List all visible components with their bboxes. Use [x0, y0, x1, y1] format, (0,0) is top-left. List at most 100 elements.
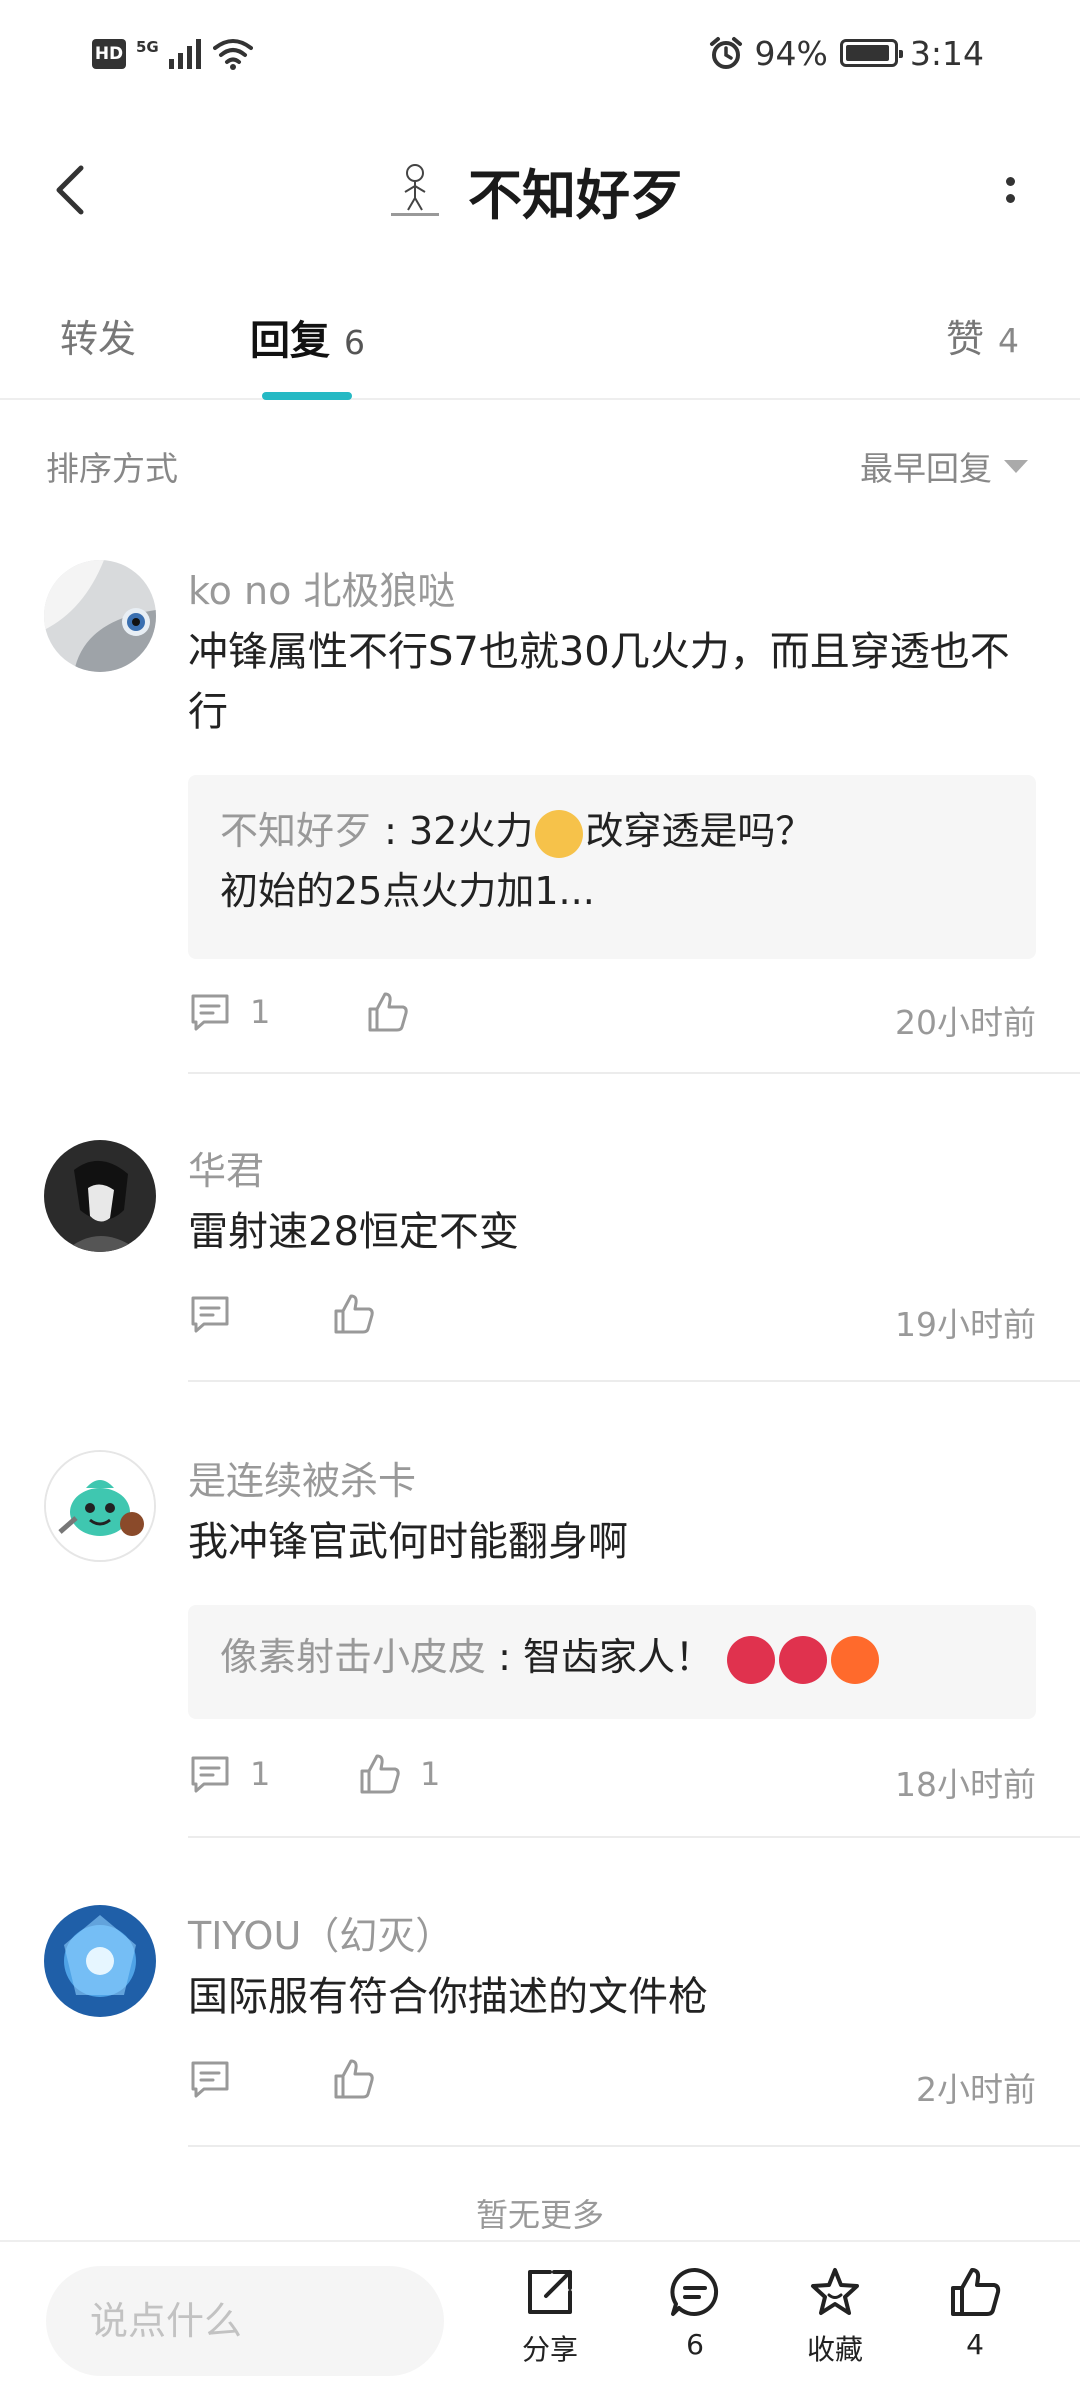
confused-emoji-icon: [535, 809, 584, 858]
comment-actions: 1 20小时前: [188, 990, 1036, 1050]
avatar[interactable]: [44, 1450, 156, 1562]
active-tab-indicator: [262, 392, 352, 400]
share-button[interactable]: 分享: [495, 2264, 605, 2368]
signal-icon: [168, 39, 201, 69]
title-group: 不知好歹: [380, 152, 684, 228]
comment-count: 6: [686, 2328, 704, 2361]
status-bar: HD 5G 94% 3:14: [0, 0, 1080, 110]
comment-icon: [191, 2061, 229, 2098]
avatar[interactable]: [44, 560, 156, 672]
comment-icon: [191, 1296, 229, 1333]
tab-bar: 转发 回复 6 赞 4: [0, 290, 1080, 400]
wolf-avatar-image: [44, 560, 156, 672]
alarm-icon: [709, 37, 742, 69]
reply-separator: :: [486, 1635, 523, 1679]
more-options-button[interactable]: [980, 160, 1040, 220]
reply-separator: :: [372, 809, 409, 853]
angry-emoji-icon: [779, 1635, 828, 1684]
reply-preview[interactable]: 像素射击小皮皮 : 智齿家人！: [188, 1605, 1036, 1719]
divider: [188, 1836, 1080, 1838]
comment-author[interactable]: 是连续被杀卡: [188, 1450, 416, 1505]
tab-likes[interactable]: 赞 4: [946, 308, 1019, 363]
reply-button[interactable]: [188, 2057, 250, 2101]
tab-likes-count: 4: [998, 321, 1020, 360]
sort-row: 排序方式 最早回复: [0, 430, 1080, 500]
reply-text: 32火力: [408, 809, 534, 853]
wifi-icon: [212, 39, 253, 70]
more-vertical-icon: [1005, 177, 1015, 186]
comment-author[interactable]: 华君: [188, 1140, 264, 1195]
thumbs-up-icon: [334, 1294, 374, 1334]
comment-time: 20小时前: [895, 1003, 1036, 1042]
comment-actions: 19小时前: [188, 1292, 1036, 1352]
avatar[interactable]: [44, 1905, 156, 2017]
comment-author[interactable]: TIYOU（幻灭）: [188, 1905, 453, 1960]
divider: [188, 1072, 1080, 1074]
comment-text: 我冲锋官武何时能翻身啊: [188, 1519, 628, 1565]
comment-time: 19小时前: [895, 1305, 1036, 1344]
like-button[interactable]: [332, 2057, 394, 2101]
network-type: 5G: [136, 38, 159, 56]
thumbs-up-icon: [368, 992, 408, 1032]
like-button[interactable]: [366, 990, 428, 1034]
battery-icon: [839, 39, 903, 67]
reply-text: 智齿家人！: [522, 1635, 713, 1679]
cartoon-avatar-image: [46, 1452, 154, 1560]
tab-repost[interactable]: 转发: [60, 308, 136, 363]
tab-replies[interactable]: 回复 6: [250, 308, 365, 366]
bottom-action-bar: 分享 6 收藏 4: [0, 2240, 1080, 2400]
comment-text: 雷射速28恒定不变: [188, 1209, 519, 1255]
comments-button[interactable]: 6: [640, 2264, 750, 2361]
thumbs-up-icon: [334, 2059, 374, 2099]
sort-label: 排序方式: [46, 449, 178, 488]
comment-text: 冲锋属性不行S7也就30几火力，而且穿透也不行: [188, 629, 1010, 735]
sort-dropdown[interactable]: 最早回复: [860, 442, 1028, 490]
comment-item: TIYOU（幻灭） 国际服有符合你描述的文件枪 2小时前: [0, 1905, 1080, 2147]
back-button[interactable]: [40, 160, 100, 220]
reply-button[interactable]: [188, 1292, 250, 1336]
comment-icon: [191, 994, 229, 1031]
tab-repost-label: 转发: [60, 317, 137, 361]
reply-button[interactable]: 1: [188, 1752, 270, 1796]
reply-preview[interactable]: 不知好歹 : 32火力 改穿透是吗？ 初始的25点火力加1...: [188, 775, 1036, 959]
reply-line: 不知好歹 : 32火力 改穿透是吗？: [220, 801, 1004, 861]
reply-author[interactable]: 像素射击小皮皮: [220, 1635, 486, 1679]
comment-item: 华君 雷射速28恒定不变 19小时前: [0, 1140, 1080, 1382]
like-button[interactable]: [332, 1292, 394, 1336]
comment-icon: [191, 1756, 229, 1793]
favorite-button[interactable]: 收藏: [780, 2264, 890, 2368]
tab-replies-label: 回复: [250, 318, 330, 364]
blue-creature-avatar-image: [44, 1905, 156, 2017]
status-right: 94% 3:14: [709, 30, 984, 76]
more-vertical-icon: [1005, 194, 1015, 203]
avatar[interactable]: [44, 1140, 156, 1252]
reply-line: 初始的25点火力加1...: [220, 869, 595, 913]
divider: [188, 1380, 1080, 1382]
comment-item: 是连续被杀卡 我冲锋官武何时能翻身啊 像素射击小皮皮 : 智齿家人！ 1 1 1…: [0, 1450, 1080, 1840]
status-left: HD 5G: [92, 34, 253, 74]
share-label: 分享: [521, 2333, 578, 2366]
comment-bubble-icon: [670, 2267, 719, 2316]
like-post-button[interactable]: 4: [920, 2264, 1030, 2361]
no-more-text: 暂无更多: [475, 2196, 604, 2234]
comment-actions: 2小时前: [188, 2057, 1036, 2117]
reply-author[interactable]: 不知好歹: [220, 809, 372, 853]
page-title: 不知好歹: [468, 163, 684, 227]
favorite-label: 收藏: [806, 2333, 863, 2366]
reply-count: 1: [250, 993, 271, 1031]
reply-button[interactable]: 1: [188, 990, 270, 1034]
hd-badge: HD: [92, 39, 126, 69]
thumbs-up-icon: [360, 1754, 400, 1794]
stick-figure-avatar: [391, 164, 439, 216]
tab-likes-label: 赞: [946, 317, 985, 361]
comment-author[interactable]: ko no 北极狼哒: [188, 560, 455, 615]
chevron-left-icon: [56, 165, 84, 215]
comment-text: 国际服有符合你描述的文件枪: [188, 1974, 708, 2020]
like-button[interactable]: 1: [358, 1752, 440, 1796]
divider: [188, 2145, 1080, 2147]
battery-fill: [845, 45, 890, 61]
battery-percent: 94%: [754, 33, 828, 73]
reply-text: 改穿透是吗？: [585, 809, 814, 853]
comment-input[interactable]: [46, 2266, 444, 2376]
header-avatar[interactable]: [380, 155, 450, 225]
